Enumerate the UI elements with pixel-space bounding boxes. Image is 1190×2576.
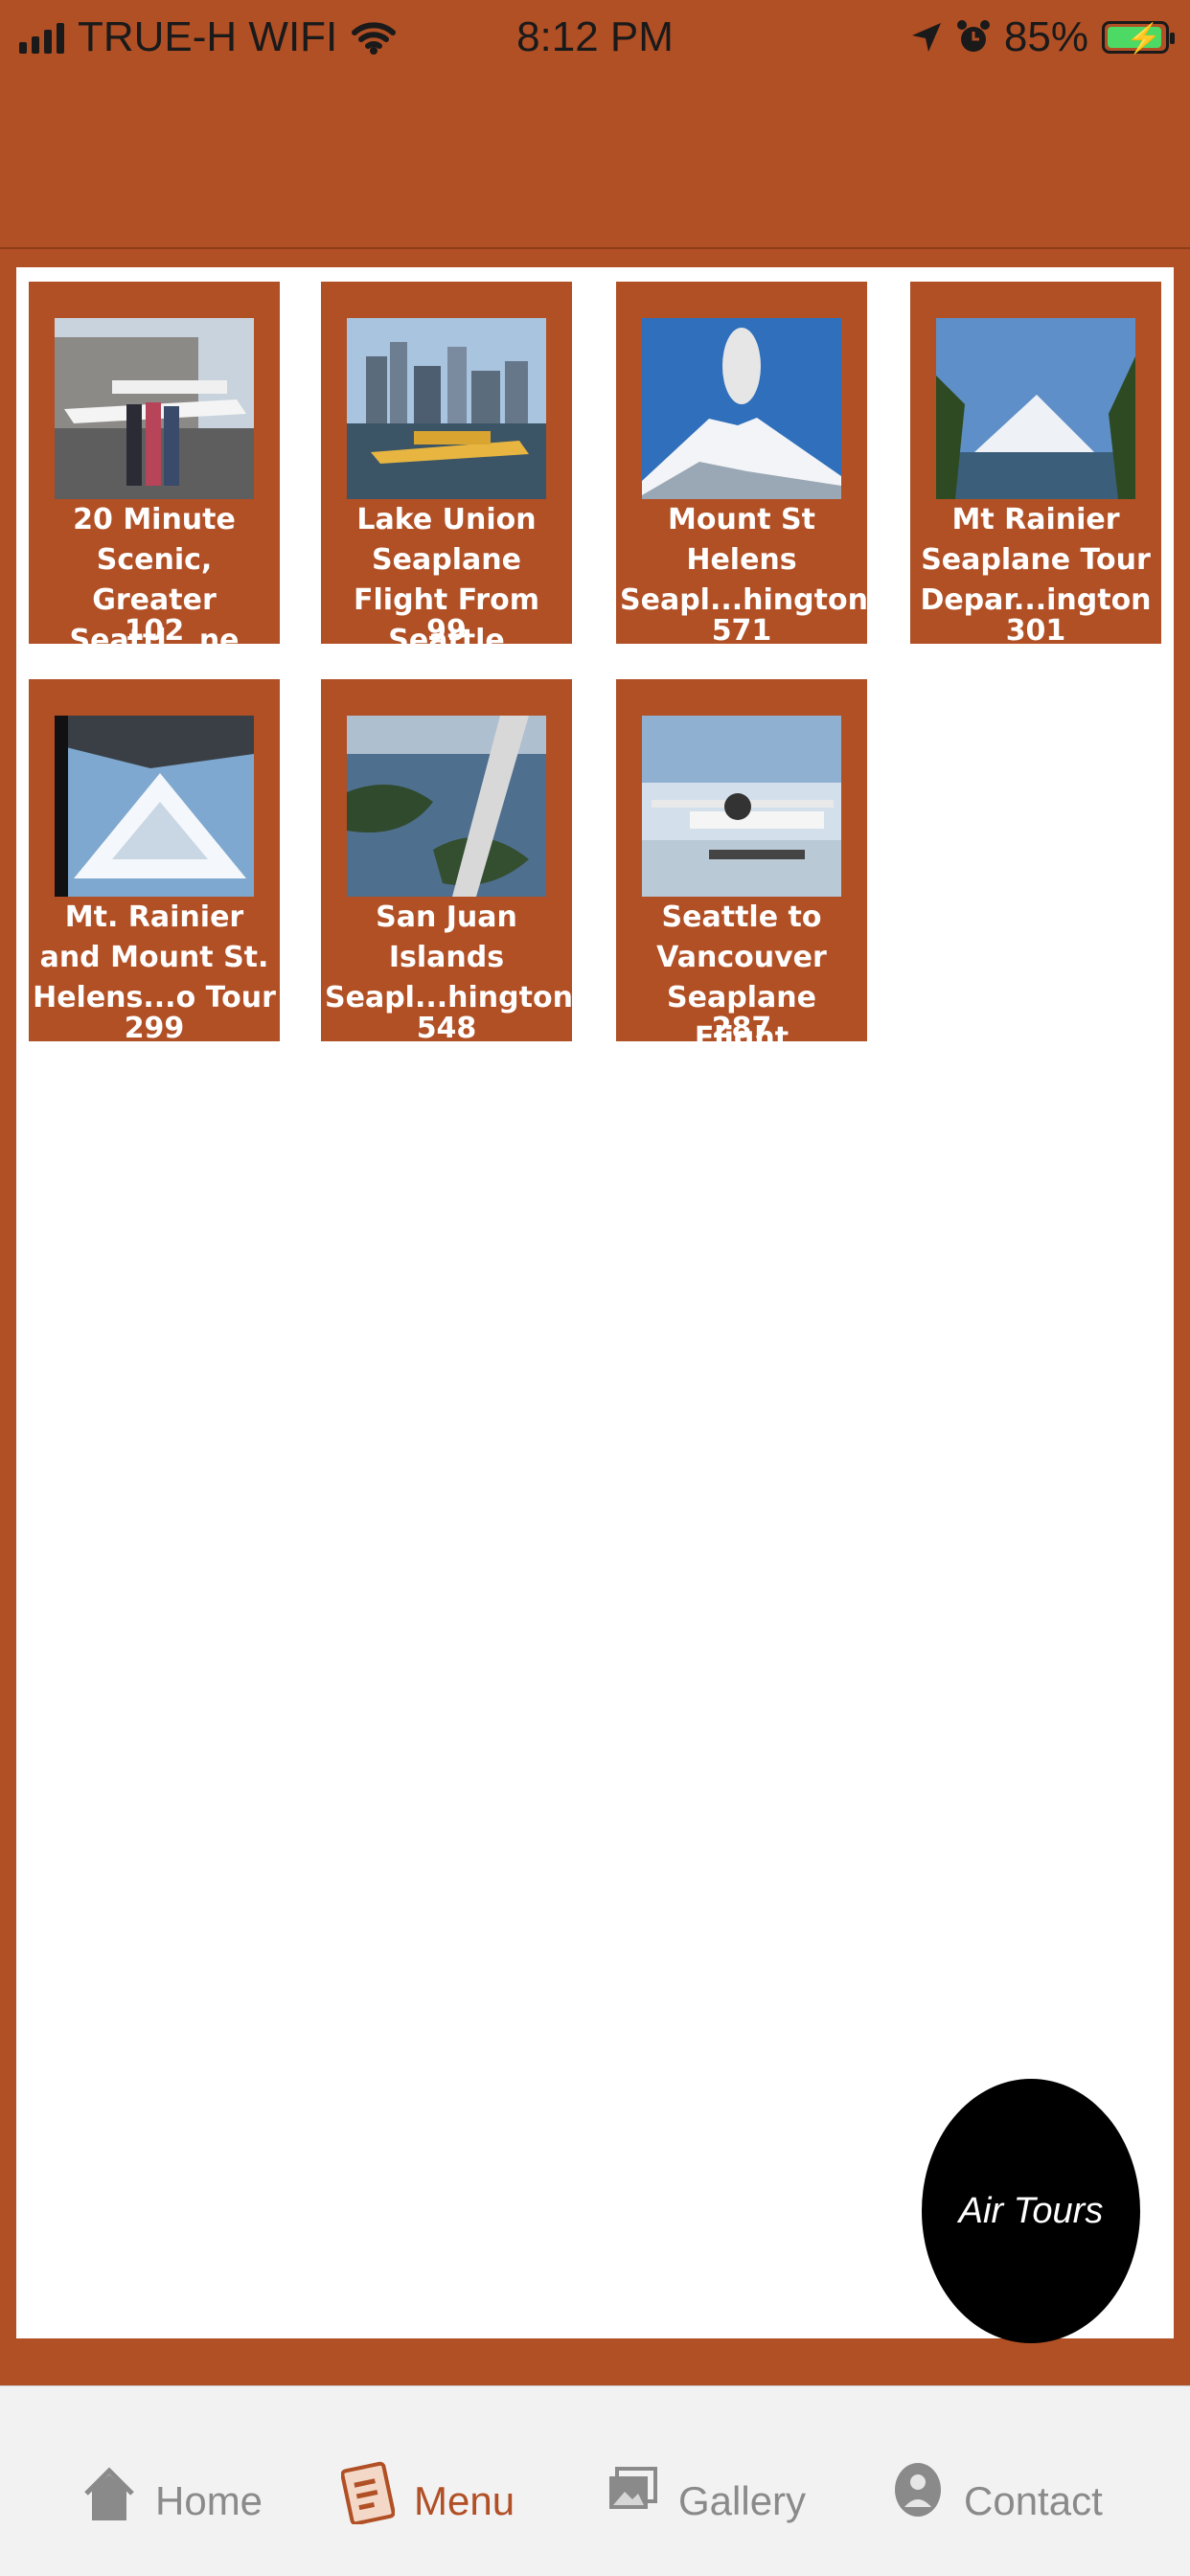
tour-photo — [936, 318, 1135, 499]
tour-photo — [347, 318, 546, 499]
home-icon — [84, 2467, 134, 2520]
gallery-icon — [609, 2467, 657, 2509]
tour-card[interactable]: Lake Union Seaplane Flight From Seattle … — [321, 282, 572, 657]
tour-count: 548 — [416, 1012, 477, 1045]
tour-count: 299 — [124, 1012, 185, 1045]
tour-card[interactable]: San Juan Islands Seapl...hington 548 — [321, 679, 573, 1045]
status-right: 85% ⚡ — [910, 13, 1175, 61]
status-bar: TRUE-H WIFI 8:12 PM 85% ⚡ — [0, 0, 1190, 80]
battery-icon: ⚡ — [1102, 21, 1175, 55]
battery-percent: 85% — [1003, 13, 1088, 60]
tour-count: 99 — [426, 614, 467, 648]
tour-photo — [642, 318, 841, 499]
tab-menu[interactable]: Menu — [341, 2448, 515, 2524]
tour-title: Mt Rainier Seaplane Tour Depar...ington — [920, 503, 1152, 617]
tab-label: Contact — [964, 2478, 1103, 2523]
nav-divider — [0, 247, 1190, 249]
tour-card[interactable]: Mount St Helens Seapl...hington 571 — [616, 282, 868, 648]
contact-icon — [895, 2463, 941, 2517]
tab-home[interactable]: Home — [82, 2448, 263, 2524]
tour-card[interactable]: 20 Minute Scenic, Greater Seattl...ne To… — [29, 282, 280, 697]
menu-icon — [341, 2461, 395, 2524]
alarm-icon — [956, 20, 990, 52]
tour-title: Mount St Helens Seapl...hington — [620, 503, 868, 617]
tour-card[interactable]: Mt Rainier Seaplane Tour Depar...ington … — [910, 282, 1161, 648]
tour-title: Mt. Rainier and Mount St. Helens...o Tou… — [33, 900, 276, 1014]
tour-count: 287 — [711, 1012, 772, 1045]
tour-card[interactable]: Seattle to Vancouver Seaplane Flight 287 — [616, 679, 867, 1055]
tour-title: San Juan Islands Seapl...hington — [325, 900, 573, 1014]
location-arrow-icon — [911, 23, 941, 52]
tour-count: 571 — [711, 614, 772, 648]
tour-count: 301 — [1005, 614, 1066, 648]
tour-grid[interactable]: 20 Minute Scenic, Greater Seattl...ne To… — [16, 267, 1174, 2338]
tour-photo — [55, 318, 254, 499]
tab-gallery[interactable]: Gallery — [606, 2448, 806, 2524]
tour-photo — [55, 716, 254, 897]
tab-label: Home — [155, 2478, 263, 2523]
tour-title: 20 Minute Scenic, Greater Seattl...ne To… — [69, 503, 240, 697]
tab-contact[interactable]: Contact — [891, 2448, 1103, 2524]
tour-photo — [347, 716, 546, 897]
tab-bar: Home Menu Gallery Contact — [0, 2385, 1190, 2576]
air-tours-button[interactable]: Air Tours — [922, 2079, 1140, 2343]
tab-label: Menu — [414, 2478, 515, 2523]
tour-photo — [642, 716, 841, 897]
tab-label: Gallery — [678, 2478, 807, 2523]
tour-card[interactable]: Mt. Rainier and Mount St. Helens...o Tou… — [29, 679, 280, 1045]
tour-count: 102 — [124, 614, 185, 648]
